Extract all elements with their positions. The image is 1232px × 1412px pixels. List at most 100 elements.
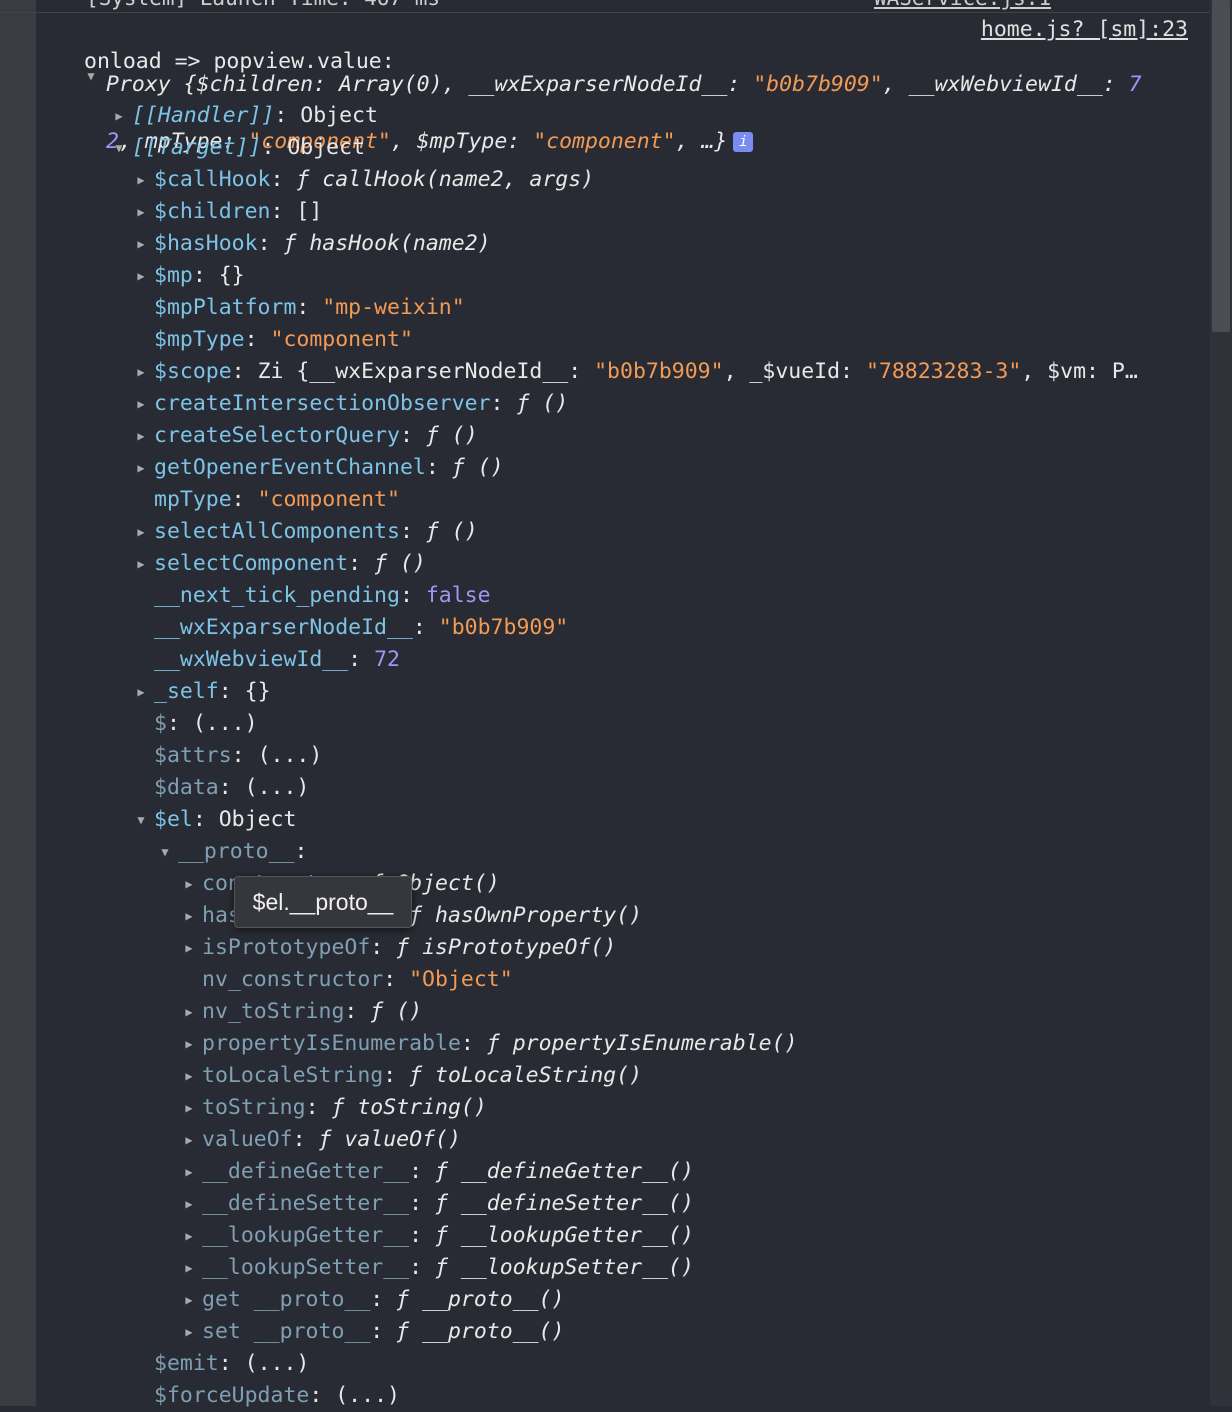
expand-triangle-icon[interactable]: ▶: [182, 1220, 196, 1252]
expand-triangle-icon[interactable]: ▶: [182, 1028, 196, 1060]
tree-row-goec[interactable]: ▶ getOpenerEventChannel: ƒ (): [36, 452, 1210, 484]
property-value: 72: [374, 647, 400, 672]
collapse-triangle-icon[interactable]: ▼: [134, 804, 148, 836]
expand-triangle-icon[interactable]: ▶: [182, 900, 196, 932]
property-key: $emit: [154, 1351, 219, 1376]
tree-row-nvTo[interactable]: ▶ nv_toString: ƒ (): [36, 996, 1210, 1028]
tree-row-proto[interactable]: ▼ __proto__:: [36, 836, 1210, 868]
expand-triangle-icon[interactable]: ▶: [134, 228, 148, 260]
tree-row-csq[interactable]: ▶ createSelectorQuery: ƒ (): [36, 420, 1210, 452]
tree-row-vo[interactable]: ▶ valueOf: ƒ valueOf(): [36, 1124, 1210, 1156]
tree-row-hasHook[interactable]: ▶ $hasHook: ƒ hasHook(name2): [36, 228, 1210, 260]
punctuation: :: [348, 647, 375, 672]
expand-triangle-icon[interactable]: ▶: [182, 1252, 196, 1284]
expand-triangle-icon[interactable]: ▶: [182, 868, 196, 900]
tree-row-content: createIntersectionObserver: ƒ (): [154, 388, 568, 420]
tree-row-hasOwn[interactable]: ▶hasOwnProperty: ƒ hasOwnProperty(): [36, 900, 1210, 932]
property-value: (...): [244, 775, 310, 800]
punctuation: [465, 455, 478, 480]
tree-row-gp[interactable]: ▶ get __proto__: ƒ __proto__(): [36, 1284, 1210, 1316]
tree-row-ds[interactable]: ▶ __defineSetter__: ƒ __defineSetter__(): [36, 1188, 1210, 1220]
tree-row-callHook[interactable]: ▶ $callHook: ƒ callHook(name2, args): [36, 164, 1210, 196]
tree-row-tls[interactable]: ▶ toLocaleString: ƒ toLocaleString(): [36, 1060, 1210, 1092]
function-signature: isPrototypeOf(): [422, 935, 617, 960]
property-key: isPrototypeOf: [202, 935, 371, 960]
tree-row-content: $mpType: "component": [154, 324, 413, 356]
expand-triangle-icon[interactable]: ▶: [182, 1316, 196, 1348]
scrollbar-track[interactable]: [1210, 0, 1232, 1406]
tree-row-ts[interactable]: ▶ toString: ƒ toString(): [36, 1092, 1210, 1124]
tree-row-scope[interactable]: ▶ $scope: Zi {__wxExparserNodeId__: "b0b7…: [36, 356, 1210, 388]
tree-row-sac[interactable]: ▶ selectAllComponents: ƒ (): [36, 516, 1210, 548]
tree-row-content: toLocaleString: ƒ toLocaleString(): [202, 1060, 642, 1092]
previous-log-line: [System] Launch Time: 467 ms WAService.j…: [0, 0, 1210, 13]
expand-triangle-icon[interactable]: ▶: [182, 1188, 196, 1220]
tree-row-pie[interactable]: ▶ propertyIsEnumerable: ƒ propertyIsEnume…: [36, 1028, 1210, 1060]
expand-triangle-icon[interactable]: ▶: [134, 548, 148, 580]
expand-triangle-icon[interactable]: ▶: [182, 1156, 196, 1188]
expand-triangle-icon[interactable]: ▶: [182, 1124, 196, 1156]
expand-triangle-icon[interactable]: ▶: [134, 356, 148, 388]
collapse-triangle-icon[interactable]: ▼: [112, 132, 126, 164]
tree-row-dg[interactable]: ▶ __defineGetter__: ƒ __defineGetter__(): [36, 1156, 1210, 1188]
tree-row-cio[interactable]: ▶ createIntersectionObserver: ƒ (): [36, 388, 1210, 420]
punctuation: :: [412, 615, 439, 640]
scrollbar-thumb[interactable]: [1212, 0, 1230, 332]
previous-log-source[interactable]: WAService.js:1: [874, 0, 1051, 10]
function-icon: ƒ: [331, 1095, 345, 1120]
collapse-triangle-icon[interactable]: ▼: [158, 836, 172, 868]
tree-row-el[interactable]: ▼ $el: Object: [36, 804, 1210, 836]
previous-log-text: [System] Launch Time: 467 ms: [86, 0, 440, 10]
tree-row-content: set __proto__: ƒ __proto__(): [202, 1316, 564, 1348]
property-key: [[Target]]: [132, 135, 262, 160]
expand-triangle-icon[interactable]: ▶: [182, 1060, 196, 1092]
function-icon: ƒ: [435, 1223, 448, 1248]
punctuation: :: [274, 103, 301, 128]
tree-row-mp[interactable]: ▶ $mp: {}: [36, 260, 1210, 292]
expand-triangle-icon[interactable]: ▶: [134, 516, 148, 548]
tree-row-sc[interactable]: ▶ selectComponent: ƒ (): [36, 548, 1210, 580]
expand-triangle-icon[interactable]: ▶: [134, 676, 148, 708]
expand-triangle-icon[interactable]: ▶: [182, 932, 196, 964]
expand-triangle-icon[interactable]: ▶: [182, 1092, 196, 1124]
expand-triangle-icon[interactable]: ▶: [134, 420, 148, 452]
function-signature: (): [399, 551, 426, 576]
function-icon: ƒ: [516, 391, 530, 416]
tree-row-ls[interactable]: ▶ __lookupSetter__: ƒ __lookupSetter__(): [36, 1252, 1210, 1284]
tree-row-content: $forceUpdate: (...): [154, 1380, 400, 1412]
tree-row-sp[interactable]: ▶ set __proto__: ƒ __proto__(): [36, 1316, 1210, 1348]
expand-triangle-icon[interactable]: ▶: [134, 196, 148, 228]
punctuation: :: [231, 743, 258, 768]
expand-triangle-icon[interactable]: ▶: [112, 100, 126, 132]
tree-row-constructor[interactable]: ▶constructor: ƒ Object(): [36, 868, 1210, 900]
expand-triangle-icon[interactable]: ▶: [134, 388, 148, 420]
property-value: {}: [244, 679, 271, 704]
function-signature: (): [396, 999, 423, 1024]
tree-row-lg[interactable]: ▶ __lookupGetter__: ƒ __lookupGetter__(): [36, 1220, 1210, 1252]
expand-toggle-icon[interactable]: ▼: [84, 62, 98, 94]
proxy-summary-cont[interactable]: ▼ 2, mpType: "component", $mpType: "comp…: [36, 69, 1210, 154]
expand-triangle-icon[interactable]: ▶: [182, 996, 196, 1028]
tree-row-children[interactable]: ▶ $children: []: [36, 196, 1210, 228]
tree-row-target[interactable]: ▼ [[Target]]: Object: [36, 132, 1210, 164]
function-signature: (): [542, 391, 569, 416]
function-icon: ƒ: [396, 935, 410, 960]
expand-triangle-icon[interactable]: ▶: [134, 452, 148, 484]
tree-row-handler[interactable]: ▶ [[Handler]]: Object: [36, 100, 1210, 132]
proxy-summary[interactable]: Proxy {$children: Array(0), __wxExparser…: [36, 46, 1210, 97]
expand-triangle-icon[interactable]: ▶: [134, 260, 148, 292]
punctuation: :: [309, 1383, 336, 1408]
property-key: toString: [202, 1095, 306, 1120]
property-key: $el: [154, 807, 193, 832]
punctuation: :: [383, 967, 410, 992]
tree-row-isProto[interactable]: ▶ isPrototypeOf: ƒ isPrototypeOf(): [36, 932, 1210, 964]
punctuation: :: [192, 807, 219, 832]
expand-triangle-icon[interactable]: ▶: [134, 164, 148, 196]
tree-row-content: __defineGetter__: ƒ __defineGetter__(): [202, 1156, 694, 1188]
punctuation: [296, 231, 309, 256]
property-key: valueOf: [202, 1127, 293, 1152]
function-icon: ƒ: [318, 1127, 332, 1152]
source-link[interactable]: home.js? [sm]:23: [981, 14, 1188, 46]
tree-row-self[interactable]: ▶ _self: {}: [36, 676, 1210, 708]
expand-triangle-icon[interactable]: ▶: [182, 1284, 196, 1316]
